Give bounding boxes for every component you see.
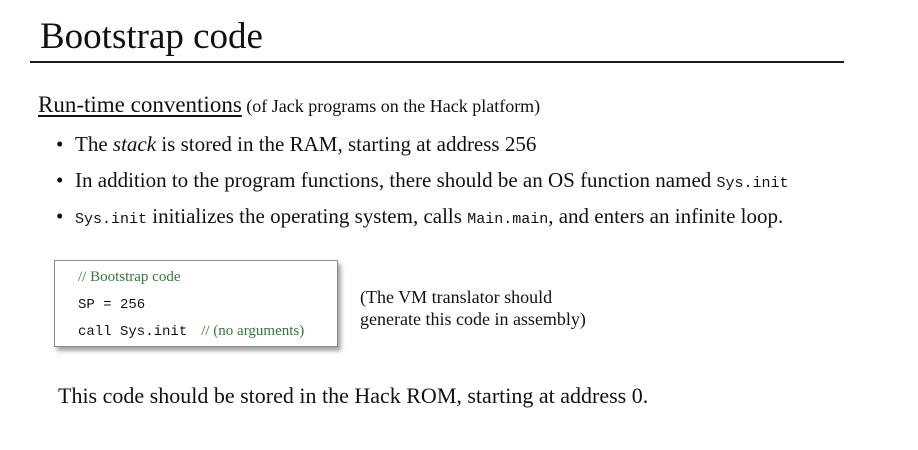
section-note: (of Jack programs on the Hack platform) [241,96,541,116]
bullet-dot: • [56,132,64,156]
bullet-text: initializes the operating system, calls [147,204,468,228]
bullet-text: In addition to the program functions, th… [75,168,717,192]
code-call-comment: // (no arguments) [201,323,305,339]
bullet-dot: • [56,204,64,228]
bullet-dot: • [56,168,64,192]
bullet-emphasis: stack [112,132,157,156]
code-inline: Sys.init [716,175,789,192]
bullet-os-function: • In addition to the program functions, t… [56,168,789,193]
bullet-sys-init: • Sys.init initializes the operating syst… [56,204,783,229]
code-comment: // Bootstrap code [78,269,181,285]
side-note-line: generate this code in assembly) [360,309,586,329]
bullet-text: , and enters an infinite loop. [548,204,784,228]
section-heading: Run-time conventions [38,92,242,117]
code-inline: Main.main [467,211,549,228]
side-note: (The VM translator should generate this … [360,286,586,330]
section-heading-row: Run-time conventions (of Jack programs o… [38,92,540,118]
footer-text: This code should be stored in the Hack R… [58,383,649,408]
code-inline: Sys.init [75,211,148,228]
code-call-text: call Sys.init [78,324,188,340]
bootstrap-code-box: // Bootstrap code SP = 256 call Sys.init… [54,260,338,347]
code-line-call: call Sys.init // (no arguments) [78,322,304,340]
code-line-sp: SP = 256 [78,297,146,313]
bullet-text: is stored in the RAM, starting at addres… [156,132,537,156]
bullet-stack: • The stack is stored in the RAM, startin… [56,132,536,157]
bullet-text: The [75,132,113,156]
side-note-line: (The VM translator should [360,287,553,307]
page-title: Bootstrap code [40,16,263,57]
title-divider [30,61,844,63]
